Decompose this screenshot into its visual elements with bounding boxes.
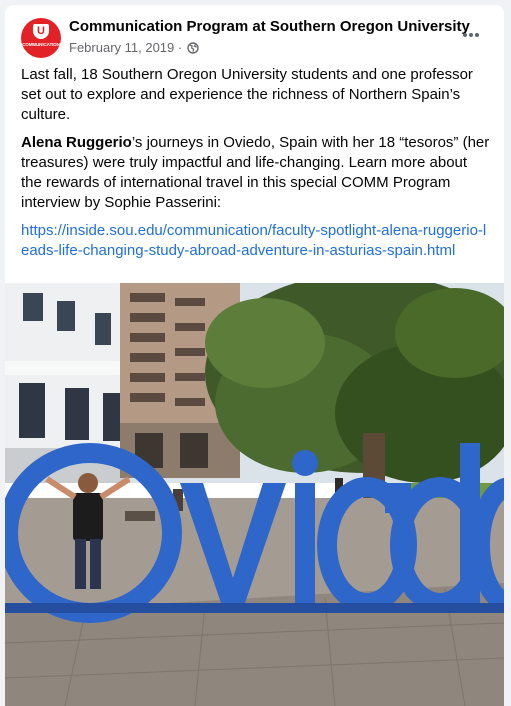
post-paragraph: Alena Ruggerio’s journeys in Oviedo, Spa… <box>21 133 491 213</box>
post-meta: February 11, 2019 · <box>69 40 199 55</box>
post-header: U COMMUNICATION Communication Program at… <box>5 5 504 65</box>
more-options-icon[interactable] <box>453 23 489 47</box>
page-name-link[interactable]: Communication Program at Southern Oregon… <box>69 18 470 35</box>
post-link-paragraph: https://inside.sou.edu/communication/fac… <box>21 221 491 261</box>
post-date[interactable]: February 11, 2019 <box>69 40 174 55</box>
page-avatar[interactable]: U COMMUNICATION <box>21 18 61 58</box>
post-card: U COMMUNICATION Communication Program at… <box>5 5 504 706</box>
avatar-letter: U <box>37 25 45 37</box>
avatar-label: COMMUNICATION <box>22 42 60 47</box>
globe-icon <box>187 42 199 54</box>
article-link[interactable]: https://inside.sou.edu/communication/fac… <box>21 222 486 259</box>
mentioned-name: Alena Ruggerio <box>21 134 132 151</box>
post-photo[interactable] <box>5 283 504 706</box>
post-message: Last fall, 18 Southern Oregon University… <box>21 65 491 269</box>
meta-separator: · <box>174 40 186 55</box>
post-paragraph: Last fall, 18 Southern Oregon University… <box>21 66 473 123</box>
